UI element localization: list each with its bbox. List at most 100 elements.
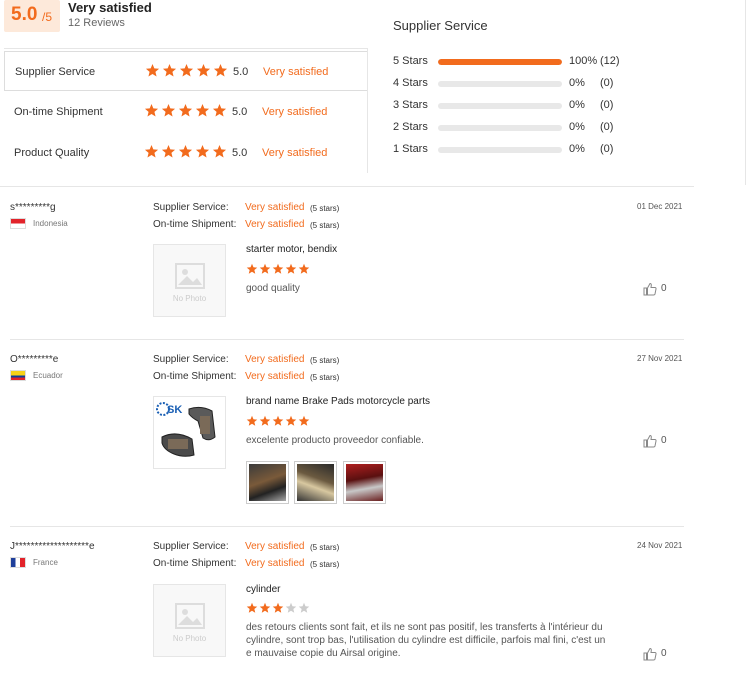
supplier-service-stars: (5 stars) bbox=[310, 543, 340, 552]
distribution-bar bbox=[438, 125, 562, 131]
distribution-bar bbox=[438, 81, 562, 87]
overall-rating-label: Very satisfied bbox=[68, 0, 152, 15]
supplier-service-label: Supplier Service: bbox=[153, 202, 229, 213]
shipment-label: On-time Shipment: bbox=[153, 219, 237, 230]
rating-value: 5.0 bbox=[233, 66, 249, 78]
distribution-label: 1 Stars bbox=[393, 143, 428, 155]
review-date: 24 Nov 2021 bbox=[637, 541, 683, 550]
star-filled-icon bbox=[195, 103, 210, 117]
distribution-count: (12) bbox=[600, 55, 620, 67]
product-name[interactable]: starter motor, bendix bbox=[246, 244, 337, 255]
star-filled-icon bbox=[195, 144, 210, 158]
product-thumbnail[interactable]: No Photo bbox=[153, 244, 226, 317]
star-filled-icon bbox=[144, 103, 159, 117]
review-photo[interactable] bbox=[343, 461, 386, 504]
star-filled-icon bbox=[161, 144, 176, 158]
review-comment: good quality bbox=[246, 283, 300, 294]
shipment-stars: (5 stars) bbox=[310, 221, 340, 230]
rating-word: Very satisfied bbox=[262, 106, 328, 118]
star-filled-icon bbox=[178, 103, 193, 117]
distribution-label: 2 Stars bbox=[393, 121, 428, 133]
like-count: 0 bbox=[661, 435, 667, 446]
divider bbox=[745, 0, 746, 185]
shipment-stars: (5 stars) bbox=[310, 373, 340, 382]
star-filled-icon bbox=[246, 602, 258, 613]
rating-value: 5.0 bbox=[232, 147, 248, 159]
like-count: 0 bbox=[661, 648, 667, 659]
product-name[interactable]: cylinder bbox=[246, 584, 280, 595]
star-filled-icon bbox=[259, 263, 271, 274]
svg-text:SK: SK bbox=[167, 404, 182, 416]
overall-score-badge: 5.0 /5 bbox=[4, 0, 60, 32]
distribution-percent: 0% bbox=[569, 121, 585, 133]
review-photo[interactable] bbox=[246, 461, 289, 504]
shipment-label: On-time Shipment: bbox=[153, 558, 237, 569]
divider bbox=[0, 186, 694, 187]
distribution-row-1: 1 Stars 0% (0) bbox=[393, 143, 633, 157]
star-filled-icon bbox=[272, 263, 284, 274]
flag-ecuador-icon bbox=[10, 370, 26, 381]
distribution-count: (0) bbox=[600, 99, 614, 111]
distribution-bar-fill bbox=[438, 59, 562, 65]
product-thumbnail[interactable]: SK bbox=[153, 396, 226, 469]
star-filled-icon bbox=[298, 263, 310, 274]
reviews-count: 12 Reviews bbox=[68, 17, 125, 29]
distribution-percent: 100% bbox=[569, 55, 598, 67]
rating-row-supplier-service[interactable]: Supplier Service 5.0 Very satisfied bbox=[4, 51, 368, 91]
rating-word: Very satisfied bbox=[262, 147, 328, 159]
star-filled-icon bbox=[213, 63, 228, 77]
star-filled-icon bbox=[285, 263, 297, 274]
review-comment: des retours clients sont fait, et ils ne… bbox=[246, 622, 606, 659]
star-rating bbox=[144, 103, 227, 121]
like-button[interactable]: 0 bbox=[643, 647, 683, 661]
star-filled-icon bbox=[179, 63, 194, 77]
review-item: J*******************e France Supplier Se… bbox=[0, 541, 694, 681]
review-item: O*********e Ecuador Supplier Service: Ve… bbox=[0, 354, 694, 527]
star-empty-icon bbox=[298, 602, 310, 613]
divider bbox=[10, 339, 684, 340]
star-filled-icon bbox=[246, 263, 258, 274]
rating-value: 5.0 bbox=[232, 106, 248, 118]
shipment-value: Very satisfied bbox=[245, 371, 305, 382]
distribution-row-2: 2 Stars 0% (0) bbox=[393, 121, 633, 135]
star-filled-icon bbox=[259, 602, 271, 613]
shipment-stars: (5 stars) bbox=[310, 560, 340, 569]
rating-label: Product Quality bbox=[14, 147, 90, 159]
star-filled-icon bbox=[178, 144, 193, 158]
like-button[interactable]: 0 bbox=[643, 282, 683, 296]
like-count: 0 bbox=[661, 283, 667, 294]
star-empty-icon bbox=[285, 602, 297, 613]
review-comment: excelente producto proveedor confiable. bbox=[246, 435, 424, 446]
product-thumbnail[interactable]: No Photo bbox=[153, 584, 226, 657]
distribution-label: 4 Stars bbox=[393, 77, 428, 89]
rating-row-on-time-shipment[interactable]: On-time Shipment 5.0 Very satisfied bbox=[4, 92, 368, 132]
thumbs-up-icon bbox=[643, 282, 657, 296]
star-filled-icon bbox=[162, 63, 177, 77]
star-rating bbox=[144, 144, 227, 162]
distribution-count: (0) bbox=[600, 143, 614, 155]
shipment-value: Very satisfied bbox=[245, 558, 305, 569]
supplier-service-stars: (5 stars) bbox=[310, 356, 340, 365]
divider bbox=[10, 526, 684, 527]
supplier-service-value: Very satisfied bbox=[245, 354, 305, 365]
star-filled-icon bbox=[272, 602, 284, 613]
flag-indonesia-icon bbox=[10, 218, 26, 229]
review-photo[interactable] bbox=[294, 461, 337, 504]
no-photo-label: No Photo bbox=[172, 634, 207, 643]
product-star-rating bbox=[246, 415, 310, 433]
distribution-count: (0) bbox=[600, 121, 614, 133]
star-rating bbox=[145, 63, 228, 81]
reviewer-country: Ecuador bbox=[33, 371, 63, 380]
thumbs-up-icon bbox=[643, 647, 657, 661]
like-button[interactable]: 0 bbox=[643, 434, 683, 448]
distribution-row-5: 5 Stars 100% (12) bbox=[393, 55, 633, 69]
product-name[interactable]: brand name Brake Pads motorcycle parts bbox=[246, 396, 430, 407]
star-filled-icon bbox=[212, 144, 227, 158]
ratings-breakdown: Supplier Service 5.0 Very satisfied On-t… bbox=[4, 48, 368, 173]
reviewer-country: France bbox=[33, 558, 58, 567]
rating-row-product-quality[interactable]: Product Quality 5.0 Very satisfied bbox=[4, 133, 368, 173]
product-star-rating bbox=[246, 263, 310, 281]
star-filled-icon bbox=[212, 103, 227, 117]
reviewer-country: Indonesia bbox=[33, 219, 68, 228]
distribution-bar bbox=[438, 59, 562, 65]
